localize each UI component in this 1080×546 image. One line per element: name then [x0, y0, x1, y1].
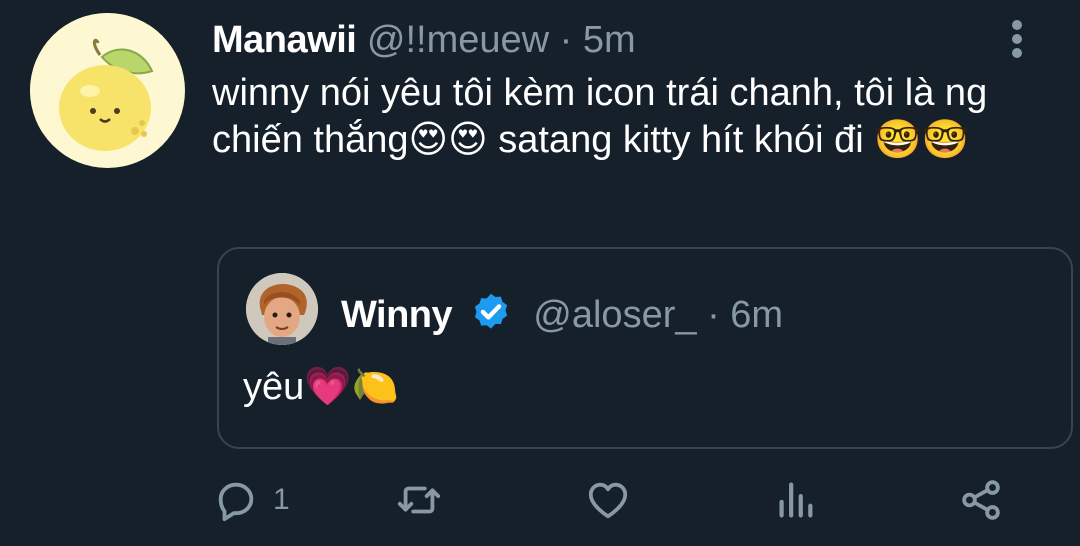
like-button[interactable]: [585, 470, 631, 530]
quoted-tweet-text: yêu💗🍋: [243, 366, 399, 408]
reply-icon: [218, 482, 254, 522]
reply-button[interactable]: 1: [213, 470, 290, 530]
quoted-separator-dot: ·: [707, 294, 720, 336]
quoted-author-avatar[interactable]: [246, 273, 318, 345]
like-icon: [588, 482, 628, 519]
quoted-tweet[interactable]: Winny @aloser_ · 6m yêu💗🍋: [217, 247, 1073, 449]
share-icon: [962, 480, 1000, 520]
quoted-tweet-header: Winny @aloser_ · 6m: [341, 291, 783, 337]
analytics-button[interactable]: [772, 470, 818, 530]
tweet-time[interactable]: 5m: [583, 19, 636, 61]
quoted-tweet-time[interactable]: 6m: [730, 294, 783, 336]
quoted-author-display-name[interactable]: Winny: [341, 294, 453, 336]
quoted-author-handle[interactable]: @aloser_: [533, 294, 696, 336]
tweet-actions-bar: 1: [0, 470, 1080, 530]
analytics-icon: [779, 482, 813, 518]
author-handle[interactable]: @!!meuew: [367, 19, 549, 61]
verified-badge-icon: [474, 293, 507, 329]
share-button[interactable]: [958, 470, 1004, 530]
retweet-button[interactable]: [396, 470, 442, 530]
reply-count: 1: [273, 483, 290, 516]
author-display-name[interactable]: Manawii: [212, 19, 357, 61]
tweet-text: winny nói yêu tôi kèm icon trái chanh, t…: [212, 72, 998, 161]
separator-dot: ·: [559, 19, 573, 61]
tweet[interactable]: Manawii @!!meuew · 5m winny nói yêu tôi …: [0, 0, 1080, 546]
more-options-button[interactable]: [1005, 20, 1029, 60]
vertical-ellipsis-icon: [1005, 20, 1029, 58]
lemon-avatar-icon: [30, 13, 184, 167]
tweet-header: Manawii @!!meuew · 5m: [212, 18, 636, 62]
retweet-icon: [397, 486, 441, 514]
cartoon-character-avatar-icon: [246, 273, 318, 345]
author-avatar[interactable]: [30, 13, 185, 168]
